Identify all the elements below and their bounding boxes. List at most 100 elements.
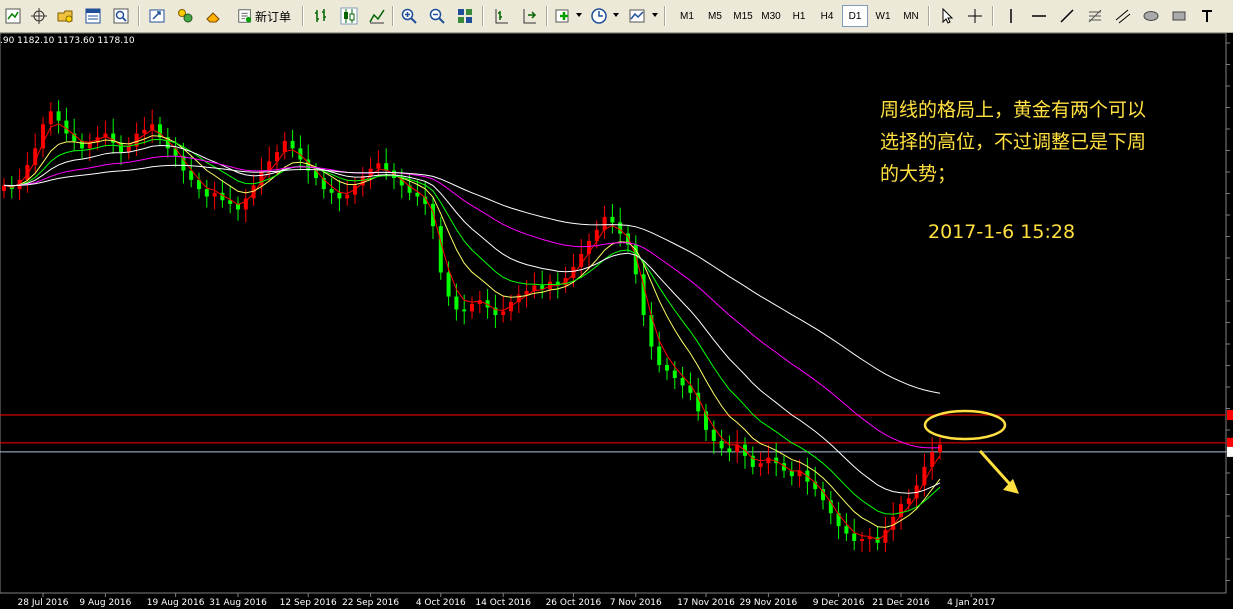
- trendline-icon[interactable]: [1056, 5, 1078, 27]
- candle-body: [524, 290, 529, 295]
- rectangle-icon[interactable]: [1168, 5, 1190, 27]
- candle-body: [672, 370, 677, 378]
- x-tick-label: 12 Sep 2016: [280, 598, 337, 608]
- profiles-icon[interactable]: [54, 5, 76, 27]
- timeframe-h4[interactable]: H4: [814, 5, 840, 27]
- candle-body: [415, 192, 420, 197]
- candle-body: [212, 192, 217, 197]
- candle-body: [204, 189, 209, 197]
- candle-body: [844, 526, 849, 534]
- candle-body: [290, 140, 295, 149]
- candle-body: [431, 203, 435, 227]
- x-tick-label: 9 Aug 2016: [79, 598, 131, 608]
- candle-body: [657, 346, 662, 366]
- new-order-icon: [238, 9, 252, 23]
- annotation-timestamp: 2017-1-6 15:28: [928, 221, 1076, 243]
- text-icon[interactable]: [1196, 5, 1218, 27]
- candle-body: [462, 309, 467, 312]
- candle-body: [48, 111, 53, 125]
- ohlc-readout: .90 1182.10 1173.60 1178.10: [0, 36, 135, 46]
- annotation-line-1: 周线的格局上，黄金有两个可以: [880, 99, 1147, 121]
- x-tick-label: 21 Dec 2016: [872, 598, 930, 608]
- chart-shift-icon[interactable]: [490, 5, 512, 27]
- equidistant-channel-icon[interactable]: [1112, 5, 1134, 27]
- templates-icon[interactable]: [626, 5, 648, 27]
- line-chart-icon[interactable]: [366, 5, 388, 27]
- zoom-in-icon[interactable]: [398, 5, 420, 27]
- timeframe-h1[interactable]: H1: [786, 5, 812, 27]
- indicators-icon[interactable]: [552, 5, 574, 27]
- candle-body: [376, 163, 381, 169]
- new-order-button[interactable]: 新订单: [232, 5, 296, 27]
- new-order-label: 新订单: [254, 9, 291, 24]
- candle-body: [446, 272, 451, 297]
- candle-body: [150, 124, 155, 130]
- market-watch-icon[interactable]: [82, 5, 104, 27]
- timeframe-m5[interactable]: M5: [702, 5, 728, 27]
- timeframe-m1[interactable]: M1: [674, 5, 700, 27]
- current-price-line-marker: [1227, 446, 1233, 457]
- candle-body: [719, 440, 724, 449]
- candle-body: [142, 129, 147, 134]
- lower-red-hline-marker: [1227, 437, 1233, 448]
- navigator-icon[interactable]: [146, 5, 168, 27]
- fibonacci-icon[interactable]: [1084, 5, 1106, 27]
- timeframe-w1[interactable]: W1: [870, 5, 896, 27]
- candle-body: [329, 189, 334, 193]
- periods-clock-icon[interactable]: [588, 5, 610, 27]
- candle-body: [610, 216, 615, 223]
- candle-body: [852, 533, 857, 541]
- x-tick-label: 9 Dec 2016: [813, 598, 865, 608]
- auto-trading-icon[interactable]: [202, 5, 224, 27]
- horizontal-line-icon[interactable]: [1028, 5, 1050, 27]
- candle-body: [727, 448, 732, 453]
- zoom-out-icon[interactable]: [426, 5, 448, 27]
- candle-body: [758, 463, 763, 467]
- ellipse-icon[interactable]: [1140, 5, 1162, 27]
- x-tick-label: 26 Oct 2016: [546, 598, 602, 608]
- crosshair-move-icon[interactable]: [28, 5, 50, 27]
- x-tick-label: 7 Nov 2016: [610, 598, 662, 608]
- candle-body: [883, 529, 888, 543]
- cursor-arrow-icon[interactable]: [936, 5, 958, 27]
- search-zoom-icon[interactable]: [110, 5, 132, 27]
- x-tick-label: 28 Jul 2016: [18, 598, 69, 608]
- annotation-line-3: 的大势；: [880, 163, 957, 185]
- x-tick-label: 22 Sep 2016: [342, 598, 399, 608]
- x-tick-label: 17 Nov 2016: [677, 598, 735, 608]
- vertical-line-icon[interactable]: [1000, 5, 1022, 27]
- candle-body: [766, 457, 771, 464]
- candle-body: [56, 111, 61, 121]
- timeframe-mn[interactable]: MN: [898, 5, 924, 27]
- crosshair-icon[interactable]: [964, 5, 986, 27]
- annotation-line-2: 选择的高位，不过调整已是下周: [880, 131, 1147, 153]
- timeframe-m15[interactable]: M15: [730, 5, 756, 27]
- candle-body: [337, 192, 342, 199]
- candle-body: [64, 120, 69, 134]
- candle-body: [938, 444, 942, 453]
- bar-chart-icon[interactable]: [310, 5, 332, 27]
- candle-body: [906, 498, 911, 504]
- x-tick-label: 4 Oct 2016: [416, 598, 466, 608]
- candle-body: [860, 539, 864, 541]
- candle-body: [501, 311, 506, 316]
- x-tick-label: 31 Aug 2016: [209, 598, 267, 608]
- x-tick-label: 19 Aug 2016: [147, 598, 205, 608]
- new-chart-icon[interactable]: [2, 5, 24, 27]
- toolbar: 新订单 M1 M5 M15 M30 H1 H4 D1 W1 MN: [0, 0, 1233, 33]
- candlestick-icon[interactable]: [338, 5, 360, 27]
- candle-body: [922, 466, 927, 486]
- x-tick-label: 29 Nov 2016: [740, 598, 798, 608]
- expert-advisors-icon[interactable]: [174, 5, 196, 27]
- candle-body: [836, 513, 841, 527]
- candle-body: [454, 296, 459, 310]
- timeframe-m30[interactable]: M30: [758, 5, 784, 27]
- candle-body: [345, 194, 350, 199]
- auto-scroll-icon[interactable]: [518, 5, 540, 27]
- candle-body: [711, 429, 716, 441]
- candle-body: [470, 303, 474, 312]
- tile-windows-icon[interactable]: [454, 5, 476, 27]
- timeframe-d1[interactable]: D1: [842, 5, 868, 27]
- candle-body: [665, 365, 669, 371]
- upper-red-hline-marker: [1227, 410, 1233, 421]
